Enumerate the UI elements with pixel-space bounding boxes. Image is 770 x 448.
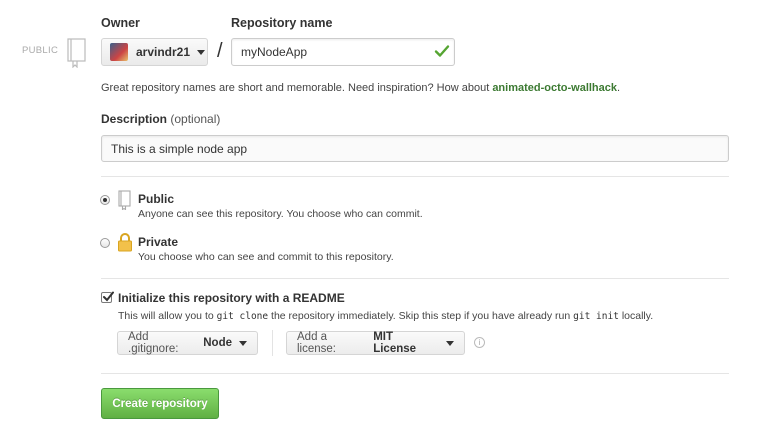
info-icon[interactable]: i xyxy=(474,337,485,348)
private-option-title: Private xyxy=(138,235,179,249)
readme-desc: This will allow you to git clone the rep… xyxy=(118,310,653,322)
public-repo-icon xyxy=(118,190,131,210)
divider xyxy=(101,278,729,279)
readme-checkbox[interactable] xyxy=(101,291,114,303)
license-dropdown[interactable]: Add a license: MIT License xyxy=(286,331,465,355)
readme-desc-text: This will allow you to xyxy=(118,310,217,322)
readme-code-init: git init xyxy=(573,311,619,322)
divider xyxy=(272,330,273,356)
divider xyxy=(101,176,729,177)
public-option-desc: Anyone can see this repository. You choo… xyxy=(138,208,423,220)
visibility-indicator-label: PUBLIC xyxy=(22,45,59,56)
repo-book-icon xyxy=(67,38,86,68)
chevron-down-icon xyxy=(239,340,247,346)
description-optional: (optional) xyxy=(170,112,221,126)
private-option-desc: You choose who can see and commit to thi… xyxy=(138,251,394,263)
readme-title: Initialize this repository with a README xyxy=(118,291,345,305)
gitignore-value: Node xyxy=(203,337,232,349)
avatar xyxy=(110,43,128,61)
license-prefix: Add a license: xyxy=(297,331,336,355)
hint-suffix: . xyxy=(617,82,621,94)
divider xyxy=(101,373,729,374)
owner-repo-separator: / xyxy=(217,40,223,62)
checkmark-icon xyxy=(103,291,114,302)
suggested-name-link[interactable]: animated-octo-wallhack xyxy=(492,82,617,94)
valid-check-icon xyxy=(434,45,450,57)
owner-label: Owner xyxy=(101,16,140,30)
owner-name: arvindr21 xyxy=(136,45,191,59)
owner-dropdown[interactable]: arvindr21 xyxy=(101,38,208,66)
chevron-down-icon xyxy=(197,49,206,55)
chevron-down-icon xyxy=(446,340,454,346)
description-label: Description xyxy=(101,112,168,126)
private-radio[interactable] xyxy=(100,238,110,248)
license-value: MIT License xyxy=(373,331,417,355)
public-radio[interactable] xyxy=(100,195,110,205)
public-option-title: Public xyxy=(138,192,175,206)
readme-desc-text: locally. xyxy=(618,310,654,322)
description-input[interactable] xyxy=(101,135,729,162)
gitignore-prefix: Add .gitignore: xyxy=(128,331,179,355)
repo-name-input[interactable] xyxy=(231,38,455,66)
lock-icon xyxy=(118,233,132,252)
repo-name-label: Repository name xyxy=(231,16,333,30)
hint-text: Great repository names are short and mem… xyxy=(101,82,493,94)
create-repository-button[interactable]: Create repository xyxy=(101,388,219,419)
readme-desc-text: the repository immediately. Skip this st… xyxy=(268,310,574,322)
gitignore-dropdown[interactable]: Add .gitignore: Node xyxy=(117,331,258,355)
readme-code-clone: git clone xyxy=(216,311,269,322)
description-label-row: Description (optional) xyxy=(101,112,220,126)
repo-name-hint: Great repository names are short and mem… xyxy=(101,82,620,94)
